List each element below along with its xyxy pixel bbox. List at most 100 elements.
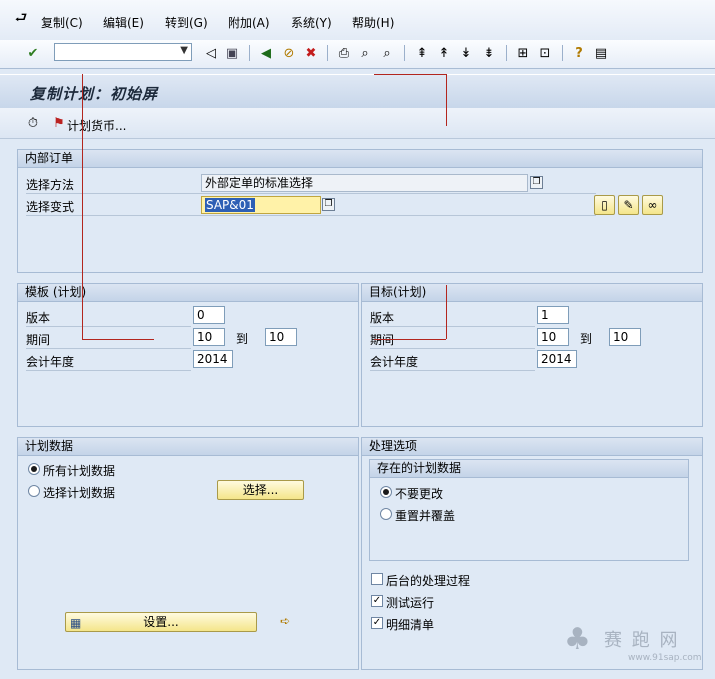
selection-method-label: 选择方法	[26, 178, 75, 192]
help-icon[interactable]: ?	[570, 44, 588, 62]
select-plan-data-label: 选择计划数据	[43, 486, 116, 500]
edit-variant-button[interactable]: ✎	[618, 195, 639, 215]
table-settings-icon: ▦	[70, 616, 82, 630]
settings-button-label: 设置...	[143, 615, 179, 629]
template-version-label: 版本	[26, 311, 51, 325]
row-divider	[26, 326, 191, 327]
plan-data-header: 计划数据	[18, 438, 358, 456]
cancel-icon[interactable]: ✖	[302, 44, 320, 62]
chevron-down-icon[interactable]: ▼	[180, 45, 188, 56]
find-icon[interactable]: ⌕	[356, 44, 374, 62]
toolbar-separator	[562, 45, 563, 61]
new-document-icon: ▯	[601, 198, 608, 212]
currency-icon[interactable]: ⚑	[50, 114, 68, 132]
selection-variant-value: SAP&01	[205, 198, 255, 212]
watermark-url: www.91sap.com	[628, 653, 702, 663]
select-button[interactable]: 选择...	[217, 480, 304, 500]
no-change-radio[interactable]	[380, 486, 392, 498]
shortcut-icon[interactable]: ⊡	[536, 44, 554, 62]
watermark: ♣ 赛 跑 网 www.91sap.com	[560, 620, 710, 676]
new-session-icon[interactable]: ⊞	[514, 44, 532, 62]
all-plan-data-radio[interactable]	[28, 463, 40, 475]
first-page-icon[interactable]: ⇞	[413, 44, 431, 62]
target-period-from-field[interactable]: 10	[537, 328, 569, 346]
annotation-line	[374, 74, 446, 75]
template-to-label: 到	[236, 332, 249, 346]
menu-goto[interactable]: 转到(G)	[165, 14, 208, 31]
watermark-text: 赛 跑 网	[604, 630, 680, 651]
watermark-logo-icon: ♣	[564, 622, 591, 657]
toolbar-separator	[249, 45, 250, 61]
standard-toolbar: ✔ ▼ ◁ ▣ ◀ ⊘ ✖ ⎙ ⌕ ⌕ ⇞ ↟ ↡ ⇟ ⊞ ⊡ ? ▤	[0, 40, 715, 69]
create-variant-button[interactable]: ▯	[594, 195, 615, 215]
command-field[interactable]: ▼	[54, 43, 192, 61]
no-change-label: 不要更改	[395, 487, 444, 501]
copy-icon[interactable]: ❐	[530, 176, 543, 189]
existing-plan-data-header: 存在的计划数据	[370, 460, 688, 478]
template-period-label: 期间	[26, 333, 51, 347]
exit-icon[interactable]: ⊘	[280, 44, 298, 62]
row-divider	[370, 326, 535, 327]
save-icon[interactable]: ▣	[223, 44, 241, 62]
row-divider	[26, 348, 191, 349]
test-run-checkbox[interactable]: ✓	[371, 595, 383, 607]
last-page-icon[interactable]: ⇟	[480, 44, 498, 62]
target-fiscal-year-field[interactable]: 2014	[537, 350, 577, 368]
selection-method-field[interactable]: 外部定单的标准选择	[201, 174, 528, 192]
back-icon[interactable]: ◀	[257, 44, 275, 62]
reset-overwrite-radio[interactable]	[380, 508, 392, 520]
enter-icon[interactable]: ✔	[24, 44, 42, 62]
menu-edit[interactable]: 编辑(E)	[103, 14, 144, 31]
prev-page-icon[interactable]: ↟	[435, 44, 453, 62]
template-period-to-field[interactable]: 10	[265, 328, 297, 346]
target-to-label: 到	[580, 332, 593, 346]
display-variant-button[interactable]: ∞	[642, 195, 663, 215]
menu-extras[interactable]: 附加(A)	[228, 14, 270, 31]
background-processing-checkbox[interactable]	[371, 573, 383, 585]
glasses-icon: ∞	[647, 198, 658, 212]
menu-exit-icon[interactable]: ⮐	[12, 10, 30, 28]
back-arrow-icon[interactable]: ◁	[202, 44, 220, 62]
find-next-icon[interactable]: ⌕	[378, 44, 396, 62]
annotation-line	[374, 339, 446, 340]
template-fiscal-year-field[interactable]: 2014	[193, 350, 233, 368]
next-page-icon[interactable]: ↡	[457, 44, 475, 62]
toolbar-separator	[327, 45, 328, 61]
row-divider	[370, 370, 535, 371]
execute-clock-icon[interactable]: ⏱	[24, 114, 42, 132]
template-version-field[interactable]: 0	[193, 306, 225, 324]
test-run-label: 测试运行	[386, 596, 435, 610]
print-icon[interactable]: ⎙	[335, 44, 353, 62]
select-plan-data-radio[interactable]	[28, 485, 40, 497]
pencil-icon: ✎	[623, 198, 634, 212]
detail-list-label: 明细清单	[386, 618, 435, 632]
row-divider	[26, 193, 596, 194]
arrow-right-icon[interactable]: ➪	[280, 614, 290, 628]
reset-overwrite-label: 重置并覆盖	[395, 509, 456, 523]
plan-currency-button[interactable]: 计划货币...	[67, 117, 126, 134]
copy-icon[interactable]: ❐	[322, 198, 335, 211]
selection-variant-field[interactable]: SAP&01	[201, 196, 321, 214]
internal-order-header: 内部订单	[18, 150, 702, 168]
layout-icon[interactable]: ▤	[592, 44, 610, 62]
target-version-field[interactable]: 1	[537, 306, 569, 324]
toolbar-separator	[506, 45, 507, 61]
template-period-from-field[interactable]: 10	[193, 328, 225, 346]
row-divider	[26, 215, 596, 216]
target-header: 目标(计划)	[362, 284, 702, 302]
annotation-line	[82, 74, 83, 339]
background-processing-label: 后台的处理过程	[386, 574, 471, 588]
plan-data-panel: 计划数据 所有计划数据 选择计划数据 选择... ▦ 设置... ➪	[17, 437, 359, 670]
target-fiscal-year-label: 会计年度	[370, 355, 419, 369]
menu-system[interactable]: 系统(Y)	[291, 14, 332, 31]
detail-list-checkbox[interactable]: ✓	[371, 617, 383, 629]
settings-button[interactable]: ▦ 设置...	[65, 612, 257, 632]
menu-copy[interactable]: 复制(C)	[41, 14, 83, 31]
processing-options-header: 处理选项	[362, 438, 702, 456]
menu-help[interactable]: 帮助(H)	[352, 14, 394, 31]
title-bar: 复制计划：初始屏	[0, 74, 715, 109]
menu-bar: ⮐ 复制(C) 编辑(E) 转到(G) 附加(A) 系统(Y) 帮助(H)	[0, 0, 715, 41]
target-panel: 目标(计划) 版本 1 期间 10 到 10 会计年度 2014	[361, 283, 703, 427]
target-period-to-field[interactable]: 10	[609, 328, 641, 346]
selection-variant-label: 选择变式	[26, 200, 75, 214]
